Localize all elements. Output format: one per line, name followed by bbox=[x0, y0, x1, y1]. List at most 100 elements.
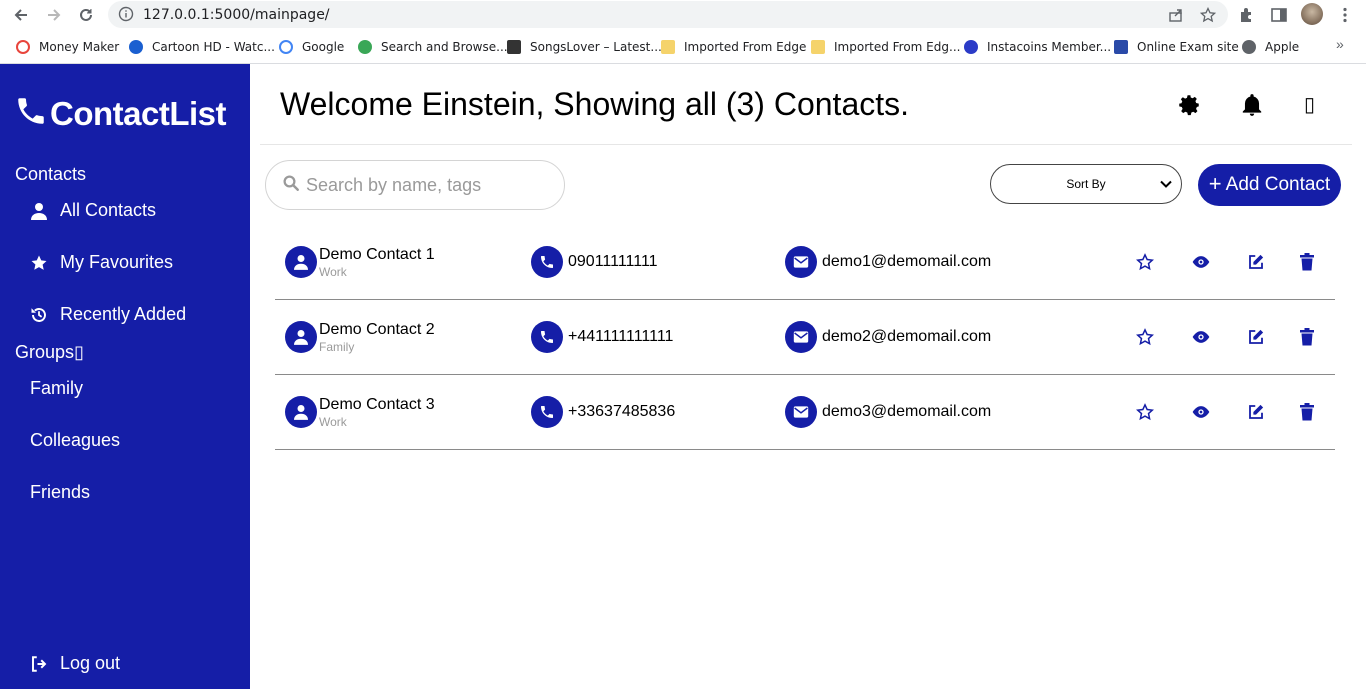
bookmark-label: Online Exam site bbox=[1137, 40, 1239, 54]
bookmark-item[interactable]: Apple bbox=[1242, 38, 1299, 56]
nav-recently-added[interactable]: Recently Added bbox=[30, 304, 186, 325]
favourite-star-icon[interactable] bbox=[1135, 402, 1155, 422]
bookmark-label: Imported From Edge bbox=[684, 40, 807, 54]
nav-all-contacts[interactable]: All Contacts bbox=[30, 200, 156, 221]
envelope-icon bbox=[785, 396, 817, 428]
exam-site-favicon bbox=[1114, 40, 1128, 54]
browser-toolbar: 127.0.0.1:5000/mainpage/ bbox=[0, 0, 1366, 30]
phone-icon bbox=[531, 321, 563, 353]
add-contact-button[interactable]: + Add Contact bbox=[1198, 164, 1341, 206]
sort-label: Sort By bbox=[1066, 177, 1106, 191]
forward-icon[interactable] bbox=[43, 4, 65, 26]
search-input[interactable] bbox=[306, 174, 556, 196]
google-favicon bbox=[279, 40, 293, 54]
bookmark-item[interactable]: Imported From Edge bbox=[661, 38, 806, 56]
contact-email: demo2@demomail.com bbox=[822, 328, 992, 345]
table-row[interactable]: Demo Contact 3 Work +33637485836 demo3@d… bbox=[275, 375, 1335, 450]
side-panel-icon[interactable] bbox=[1270, 6, 1288, 24]
trash-icon[interactable] bbox=[1297, 402, 1317, 422]
bookmark-label: Google bbox=[302, 40, 345, 54]
favourite-star-icon[interactable] bbox=[1135, 327, 1155, 347]
url-text: 127.0.0.1:5000/mainpage/ bbox=[143, 7, 330, 23]
table-row[interactable]: Demo Contact 2 Family +441111111111 demo… bbox=[275, 300, 1335, 375]
folder-icon bbox=[811, 40, 825, 54]
cartoon-favicon bbox=[129, 40, 143, 54]
brand[interactable]: ContactList bbox=[14, 94, 227, 133]
contact-tag: Work bbox=[319, 415, 347, 429]
group-colleagues[interactable]: Colleagues bbox=[30, 430, 120, 451]
phone-logo-icon bbox=[14, 94, 48, 133]
contact-phone: +441111111111 bbox=[568, 328, 674, 345]
logout-label: Log out bbox=[60, 653, 121, 673]
view-eye-icon[interactable] bbox=[1191, 252, 1211, 272]
bookmark-item[interactable]: Google bbox=[279, 38, 344, 56]
sort-select[interactable]: Sort By bbox=[990, 164, 1182, 204]
contact-name[interactable]: Demo Contact 3 bbox=[319, 396, 435, 414]
bookmark-label: SongsLover – Latest... bbox=[530, 40, 662, 54]
back-icon[interactable] bbox=[10, 4, 32, 26]
group-friends[interactable]: Friends bbox=[30, 482, 90, 503]
bookmark-item[interactable]: Instacoins Member... bbox=[964, 38, 1111, 56]
logout-button[interactable]: Log out bbox=[30, 653, 120, 674]
table-row[interactable]: Demo Contact 1 Work 09011111111 demo1@de… bbox=[275, 225, 1335, 300]
reload-icon[interactable] bbox=[75, 4, 97, 26]
nav-label: My Favourites bbox=[60, 252, 174, 272]
page-title: Welcome Einstein, Showing all (3) Contac… bbox=[280, 86, 910, 122]
nav-my-favourites[interactable]: My Favourites bbox=[30, 252, 173, 273]
trash-icon[interactable] bbox=[1297, 252, 1317, 272]
contact-tag: Work bbox=[319, 265, 347, 279]
bookmark-item[interactable]: Imported From Edg... bbox=[811, 38, 960, 56]
user-icon bbox=[285, 396, 317, 428]
bookmark-item[interactable]: SongsLover – Latest... bbox=[507, 38, 662, 56]
phone-icon bbox=[531, 396, 563, 428]
gear-icon[interactable] bbox=[1176, 92, 1202, 118]
header-divider bbox=[260, 144, 1352, 145]
site-info-icon[interactable] bbox=[118, 6, 134, 22]
placeholder-glyph-icon[interactable]: ▯ bbox=[1304, 94, 1330, 120]
search-icon bbox=[282, 174, 300, 197]
history-icon bbox=[30, 306, 48, 324]
envelope-icon bbox=[785, 321, 817, 353]
user-icon bbox=[285, 321, 317, 353]
trash-icon[interactable] bbox=[1297, 327, 1317, 347]
view-eye-icon[interactable] bbox=[1191, 327, 1211, 347]
groups-section-label[interactable]: Groups▯ bbox=[15, 342, 84, 363]
share-icon[interactable] bbox=[1168, 7, 1184, 23]
nav-label: Recently Added bbox=[60, 304, 187, 324]
bookmark-item[interactable]: Money Maker bbox=[16, 38, 119, 56]
group-family[interactable]: Family bbox=[30, 378, 83, 399]
view-eye-icon[interactable] bbox=[1191, 402, 1211, 422]
bell-icon[interactable] bbox=[1239, 92, 1265, 118]
favourite-star-icon[interactable] bbox=[1135, 252, 1155, 272]
bookmark-item[interactable]: Search and Browse... bbox=[358, 38, 508, 56]
bookmarks-bar: Money Maker Cartoon HD - Watc... Google … bbox=[0, 32, 1366, 60]
menu-kebab-icon[interactable] bbox=[1336, 6, 1354, 24]
address-bar[interactable]: 127.0.0.1:5000/mainpage/ bbox=[108, 1, 1228, 28]
contact-name[interactable]: Demo Contact 1 bbox=[319, 246, 435, 264]
contact-phone: +33637485836 bbox=[568, 403, 676, 420]
money-maker-favicon bbox=[16, 40, 30, 54]
bookmark-label: Money Maker bbox=[39, 40, 120, 54]
brand-title: ContactList bbox=[50, 94, 227, 132]
bookmark-star-icon[interactable] bbox=[1199, 6, 1217, 23]
bookmark-item[interactable]: Online Exam site bbox=[1114, 38, 1239, 56]
edit-icon[interactable] bbox=[1246, 252, 1266, 272]
bookmark-label: Apple bbox=[1265, 40, 1300, 54]
songslover-favicon bbox=[507, 40, 521, 54]
bookmark-label: Imported From Edg... bbox=[834, 40, 961, 54]
bookmark-label: Cartoon HD - Watc... bbox=[152, 40, 275, 54]
sidebar: ContactList Contacts All Contacts My Fav… bbox=[0, 64, 250, 689]
main-content: Welcome Einstein, Showing all (3) Contac… bbox=[250, 64, 1366, 689]
bookmarks-overflow-icon[interactable]: » bbox=[1336, 36, 1344, 52]
edit-icon[interactable] bbox=[1246, 402, 1266, 422]
edit-icon[interactable] bbox=[1246, 327, 1266, 347]
profile-avatar[interactable] bbox=[1301, 3, 1323, 25]
extensions-icon[interactable] bbox=[1238, 6, 1256, 24]
contact-name[interactable]: Demo Contact 2 bbox=[319, 321, 435, 339]
envelope-icon bbox=[785, 246, 817, 278]
search-box[interactable] bbox=[265, 160, 565, 210]
bookmark-label: Search and Browse... bbox=[381, 40, 508, 54]
bookmark-item[interactable]: Cartoon HD - Watc... bbox=[129, 38, 275, 56]
add-contact-label: Add Contact bbox=[1225, 174, 1331, 195]
user-icon bbox=[285, 246, 317, 278]
